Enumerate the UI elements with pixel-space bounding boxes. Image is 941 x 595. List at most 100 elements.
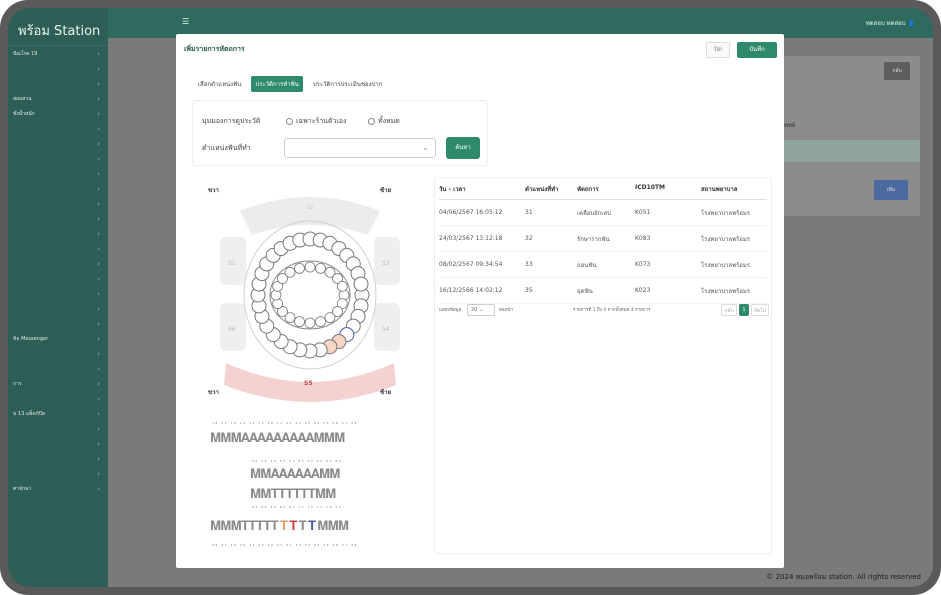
- chevron-right-icon: ›: [97, 379, 100, 388]
- radio-all[interactable]: ทั้งหมด: [368, 116, 400, 127]
- chevron-right-icon: ›: [97, 94, 100, 103]
- sidebar-item[interactable]: ›: [8, 256, 108, 271]
- tooth: [294, 262, 305, 274]
- sidebar-item[interactable]: การ ›: [8, 376, 108, 391]
- sidebar-item[interactable]: ข้อ Messenger ›: [8, 331, 108, 346]
- chevron-right-icon: ›: [97, 349, 100, 358]
- sidebar-item[interactable]: ชั่งน้ำหนัก ›: [8, 106, 108, 121]
- sidebar-item[interactable]: ›: [8, 271, 108, 286]
- s5-label: S5: [304, 380, 313, 387]
- tab-select-tooth[interactable]: เลือกตำแหน่งฟัน: [194, 76, 245, 92]
- sidebar-item[interactable]: ›: [8, 346, 108, 361]
- table-row[interactable]: 08/02/2567 09:34:54 33 ถอนฟัน K073 โรงพยาบาล…: [439, 252, 767, 278]
- sidebar-item[interactable]: ศาจักษา ›: [8, 481, 108, 496]
- sidebar-item[interactable]: ›: [8, 451, 108, 466]
- chevron-right-icon: ›: [97, 79, 100, 88]
- prev-page-button[interactable]: กลับ: [721, 304, 737, 316]
- upper-teeth-side-view[interactable]: 𝐌𝐌𝐌𝐀𝐀𝐀𝐀𝐀𝐀𝐀𝐀𝐀𝐌𝐌𝐌: [210, 431, 345, 446]
- dental-chart: ขวา ซ้าย S2 S1 S3 S6 S4 S5 ขวา ซ้าย 18 1…: [192, 177, 428, 563]
- chevron-right-icon: ›: [97, 304, 100, 313]
- sidebar-item[interactable]: ›: [8, 151, 108, 166]
- sidebar-item[interactable]: ›: [8, 286, 108, 301]
- history-table: วัน - เวลา ตำแหน่งที่ทำ หัตถการ ICD10TM …: [434, 177, 772, 554]
- sidebar-item[interactable]: ›: [8, 211, 108, 226]
- table-row[interactable]: 16/12/2566 14:02:12 35 อุดฟัน K023 โรงพยาบาล…: [439, 278, 767, 304]
- position-select[interactable]: ⌄: [284, 138, 436, 158]
- sidebar-item[interactable]: สอบสวน ›: [8, 91, 108, 106]
- save-button[interactable]: บันทึก: [737, 42, 777, 58]
- tooth: [324, 312, 336, 324]
- tooth: [315, 316, 326, 328]
- chevron-right-icon: ›: [97, 139, 100, 148]
- view-label: มุมมองการดูประวัติ: [202, 117, 261, 125]
- next-page-button[interactable]: ถัดไป: [751, 304, 769, 316]
- page-1-button[interactable]: 1: [739, 304, 749, 316]
- chevron-right-icon: ›: [97, 259, 100, 268]
- modal-title: เพิ่มรายการหัตถการ: [184, 45, 245, 53]
- sidebar-item[interactable]: ›: [8, 421, 108, 436]
- sidebar-item[interactable]: ›: [8, 226, 108, 241]
- user-name[interactable]: ทดสอบ ทดสอบ 👤: [866, 18, 915, 28]
- add-button[interactable]: เพิ่ม: [874, 180, 908, 200]
- lower-primary-teeth[interactable]: 𝐌𝐌𝐓𝐓𝐓𝐓𝐓𝐓𝐌𝐌: [250, 487, 336, 502]
- tab-oral-assessment[interactable]: ประวัติการประเมินช่องปาก: [309, 76, 387, 92]
- card-band: [780, 140, 920, 162]
- sidebar-item[interactable]: ›: [8, 361, 108, 376]
- chevron-right-icon: ›: [97, 154, 100, 163]
- tooth-arch-diagram[interactable]: S2 S1 S3 S6 S4 S5: [192, 187, 428, 407]
- tooth-numbers-lower: 48 47 46 45 44 43 42 41 31 32 33 34 35 3…: [212, 543, 358, 547]
- copyright-icon: ©: [766, 573, 774, 581]
- chevron-right-icon: ›: [97, 484, 100, 493]
- radio-own-shop[interactable]: เฉพาะร้านตัวเอง: [286, 116, 346, 127]
- sidebar-item[interactable]: ›: [8, 61, 108, 76]
- chevron-right-icon: ›: [97, 214, 100, 223]
- col-facility: สถานพยาบาล: [701, 186, 738, 193]
- lower-teeth-side-view[interactable]: 𝐌𝐌𝐌𝐓𝐓𝐓𝐓𝐓 𝐓 𝐓 𝐓 𝐓 𝐌𝐌𝐌: [210, 519, 349, 534]
- right-label-bottom: ขวา: [208, 389, 219, 396]
- pagination: แสดงข้อมูล 20 ⌄ ต่อหน้า รายการที่ 1 ถึง …: [439, 302, 769, 318]
- menu-icon[interactable]: ☰: [182, 17, 189, 26]
- tooth-numbers-upper-primary: 55 54 53 52 51 61 62 63 64 65: [252, 459, 343, 463]
- add-procedure-modal: เพิ่มรายการหัตถการ ปิด บันทึก เลือกตำแหน…: [176, 34, 784, 568]
- show-label: แสดงข้อมูล: [439, 308, 462, 313]
- table-row[interactable]: 24/03/2567 13:12:18 32 รักษารากฟัน K083 โรงพ…: [439, 226, 767, 252]
- upper-primary-teeth[interactable]: 𝐌𝐌𝐀𝐀𝐀𝐀𝐀𝐀𝐌𝐌: [250, 467, 341, 482]
- page-size-select[interactable]: 20 ⌄: [467, 304, 495, 316]
- sidebar-item[interactable]: ปัณโรค 19 ›: [8, 46, 108, 61]
- chevron-right-icon: ›: [97, 109, 100, 118]
- sidebar-item[interactable]: ม 13 แพ็คกัปัด ›: [8, 406, 108, 421]
- search-button[interactable]: ค้นหา: [446, 137, 480, 159]
- per-page-label: ต่อหน้า: [499, 308, 514, 313]
- tooth-numbers-upper: 18 17 16 15 14 13 12 11 21 22 23 24 25 2…: [212, 421, 358, 425]
- col-datetime: วัน - เวลา: [439, 186, 466, 193]
- chevron-right-icon: ›: [97, 229, 100, 238]
- sidebar-item[interactable]: ›: [8, 196, 108, 211]
- sidebar-item[interactable]: ›: [8, 436, 108, 451]
- chevron-right-icon: ›: [97, 124, 100, 133]
- card-label: พทย์: [784, 122, 796, 129]
- tab-dental-history[interactable]: ประวัติการทำฟัน: [251, 76, 303, 92]
- sidebar-item[interactable]: ›: [8, 76, 108, 91]
- chevron-right-icon: ›: [97, 439, 100, 448]
- col-procedure: หัตถการ: [577, 186, 599, 193]
- close-button[interactable]: ปิด: [706, 42, 730, 58]
- sidebar-item[interactable]: ›: [8, 466, 108, 481]
- table-row[interactable]: 04/06/2567 16:05:12 31 เคลือบอักเสบ K051 โรง…: [439, 200, 767, 226]
- chevron-right-icon: ›: [97, 274, 100, 283]
- chevron-right-icon: ›: [97, 319, 100, 328]
- left-label-bottom: ซ้าย: [380, 389, 391, 396]
- back-button[interactable]: กลับ: [884, 62, 910, 80]
- sidebar-item[interactable]: ›: [8, 241, 108, 256]
- sidebar-item[interactable]: ›: [8, 121, 108, 136]
- s3-label: S3: [382, 260, 390, 267]
- sidebar-item[interactable]: ›: [8, 391, 108, 406]
- sidebar-item[interactable]: ›: [8, 166, 108, 181]
- sidebar-item[interactable]: ›: [8, 316, 108, 331]
- sidebar-item[interactable]: ›: [8, 181, 108, 196]
- tooth: [294, 316, 305, 328]
- chevron-right-icon: ›: [97, 169, 100, 178]
- chevron-right-icon: ›: [97, 424, 100, 433]
- sidebar-item[interactable]: ›: [8, 136, 108, 151]
- sidebar-item[interactable]: ›: [8, 301, 108, 316]
- chevron-right-icon: ›: [97, 64, 100, 73]
